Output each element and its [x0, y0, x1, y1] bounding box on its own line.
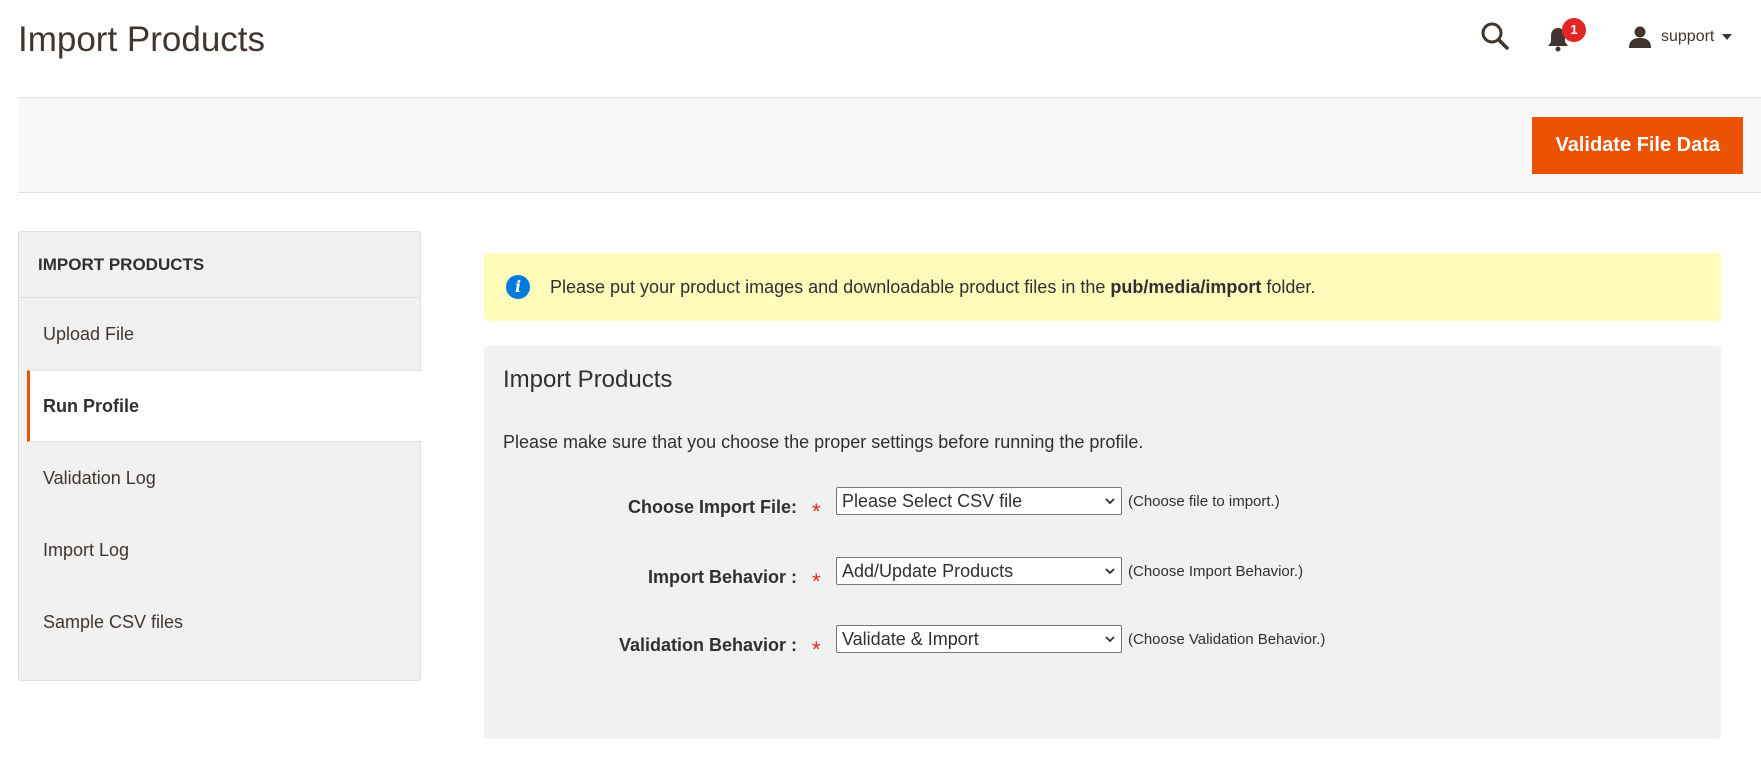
import-behavior-select[interactable]: Add/Update Products [836, 557, 1122, 585]
sidebar-item-sample-csv-files[interactable]: Sample CSV files [19, 586, 420, 658]
field-label: Import Behavior : [647, 567, 797, 587]
field-label: Validation Behavior : [618, 635, 797, 655]
sidebar: IMPORT PRODUCTS Upload File Run Profile … [18, 231, 422, 681]
info-icon: i [506, 275, 530, 299]
notification-count-badge: 1 [1562, 18, 1586, 42]
required-star: * [812, 499, 821, 524]
field-row-import-behavior: Import Behavior : * Add/Update Products … [484, 557, 1721, 597]
import-form: Import Products Please make sure that yo… [484, 346, 1721, 739]
user-menu[interactable]: support [1629, 22, 1733, 52]
validation-behavior-select[interactable]: Validate & Import [836, 625, 1122, 653]
select-value: Validate & Import [842, 628, 979, 649]
sidebar-item-upload-file[interactable]: Upload File [19, 298, 420, 370]
sidebar-item-validation-log[interactable]: Validation Log [19, 442, 420, 514]
user-icon [1629, 26, 1651, 48]
header-actions: 1 support [1261, 0, 1761, 72]
field-row-import-file: Choose Import File: * Please Select CSV … [484, 487, 1721, 527]
notice-path: pub/media/import [1110, 276, 1262, 297]
notifications-button[interactable]: 1 [1546, 18, 1590, 54]
chevron-down-icon [1105, 636, 1115, 643]
required-star: * [812, 637, 821, 662]
info-notice: i Please put your product images and dow… [484, 253, 1721, 321]
field-hint: (Choose file to import.) [1128, 493, 1280, 510]
sidebar-title: IMPORT PRODUCTS [19, 232, 420, 298]
select-value: Add/Update Products [842, 560, 1014, 581]
search-icon[interactable] [1479, 20, 1511, 52]
field-row-validation-behavior: Validation Behavior : * Validate & Impor… [484, 625, 1721, 665]
notice-text-after: folder. [1261, 276, 1316, 297]
field-label: Choose Import File: [627, 497, 797, 517]
user-name: support [1661, 28, 1715, 45]
page-title: Import Products [18, 20, 266, 59]
form-note: Please make sure that you choose the pro… [503, 432, 1144, 452]
notice-text-before: Please put your product images and downl… [550, 276, 1111, 297]
required-star: * [812, 569, 821, 594]
select-value: Please Select CSV file [842, 490, 1023, 511]
validate-file-data-button[interactable]: Validate File Data [1532, 117, 1743, 174]
import-file-select[interactable]: Please Select CSV file [836, 487, 1122, 515]
form-title: Import Products [503, 366, 673, 393]
sidebar-item-import-log[interactable]: Import Log [19, 514, 420, 586]
field-hint: (Choose Import Behavior.) [1128, 563, 1304, 580]
chevron-down-icon [1105, 568, 1115, 575]
field-hint: (Choose Validation Behavior.) [1128, 631, 1326, 648]
notice-text: Please put your product images and downl… [550, 277, 1315, 298]
page-actions-bar: Validate File Data [18, 97, 1761, 193]
chevron-down-icon [1722, 34, 1733, 40]
sidebar-item-run-profile[interactable]: Run Profile [27, 370, 422, 442]
chevron-down-icon [1105, 498, 1115, 505]
